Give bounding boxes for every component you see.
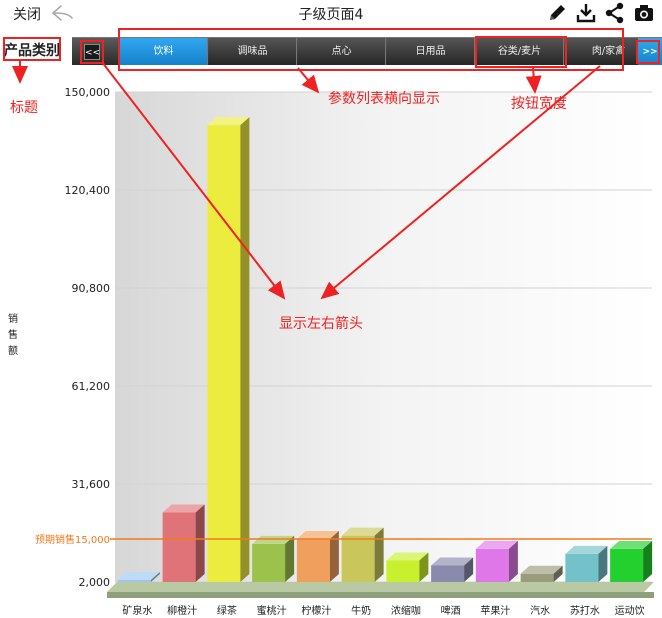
y-tick-label: 61,200	[72, 380, 111, 393]
chart-floor-edge	[107, 592, 654, 598]
x-tick-label: 汽水	[530, 604, 550, 617]
bar-side	[374, 527, 384, 582]
bar	[117, 580, 151, 582]
bar	[252, 543, 286, 582]
x-tick-label: 柳橙汁	[167, 604, 197, 617]
annotation-arrows-note: 显示左右箭头	[279, 316, 363, 332]
y-tick-label: 31,600	[72, 478, 111, 491]
y-tick-label: 2,000	[79, 576, 111, 589]
y-axis-label: 额	[8, 344, 18, 357]
x-tick-label: 苹果汁	[480, 604, 510, 617]
x-tick-label: 苏打水	[570, 604, 600, 617]
bar	[475, 548, 509, 582]
target-line-label: 预期销售15,000	[35, 533, 110, 546]
x-tick-label: 柠檬汁	[301, 604, 331, 617]
y-axis-label: 售	[8, 328, 18, 341]
bar	[565, 553, 599, 582]
bar	[341, 535, 375, 582]
bar-side	[195, 504, 205, 582]
y-tick-label: 120,400	[65, 184, 111, 197]
bar	[162, 512, 196, 582]
bar-side	[240, 117, 250, 583]
x-tick-label: 浓缩咖	[391, 604, 421, 617]
x-tick-label: 运动饮	[615, 604, 645, 617]
bar	[386, 560, 420, 582]
bar	[431, 565, 465, 582]
x-tick-label: 蜜桃汁	[257, 604, 287, 617]
chart-floor	[107, 582, 654, 592]
annotation-width-note: 按钮宽度	[511, 96, 567, 112]
x-tick-label: 牛奶	[351, 604, 371, 617]
bar	[207, 125, 241, 583]
bar	[610, 548, 644, 582]
annotation-list-note: 参数列表横向显示	[328, 91, 440, 107]
bar	[296, 538, 330, 582]
y-axis-label: 销	[8, 312, 18, 325]
annotation-title-note: 标题	[10, 100, 38, 116]
y-tick-label: 90,800	[72, 282, 111, 295]
x-tick-label: 绿茶	[217, 604, 237, 617]
x-tick-label: 矿泉水	[122, 604, 152, 617]
y-tick-label: 150,000	[65, 86, 111, 99]
x-tick-label: 啤酒	[441, 605, 461, 617]
bar	[520, 573, 554, 582]
bar-side	[285, 535, 295, 582]
